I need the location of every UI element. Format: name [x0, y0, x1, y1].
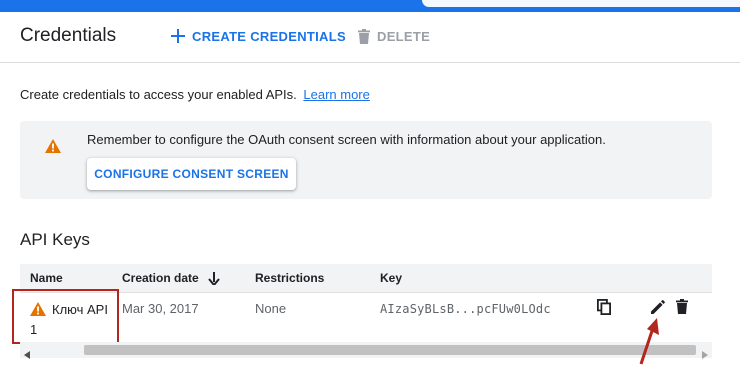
delete-button[interactable]: DELETE	[358, 26, 430, 46]
warning-icon	[45, 139, 61, 158]
banner-message: Remember to configure the OAuth consent …	[87, 132, 606, 147]
scrollbar-thumb[interactable]	[84, 345, 696, 355]
column-creation-date[interactable]: Creation date	[122, 271, 220, 285]
column-creation-date-label: Creation date	[122, 271, 199, 285]
arrow-down-icon[interactable]	[207, 271, 220, 285]
pencil-icon[interactable]	[650, 299, 666, 318]
page-title: Credentials	[20, 25, 117, 46]
plus-icon	[171, 29, 185, 43]
column-restrictions: Restrictions	[255, 271, 325, 285]
api-key-creation-date: Mar 30, 2017	[122, 301, 199, 316]
configure-consent-screen-button[interactable]: CONFIGURE CONSENT SCREEN	[87, 158, 296, 190]
intro-description: Create credentials to access your enable…	[20, 87, 297, 102]
top-bar-search-area	[422, 0, 740, 7]
delete-label: DELETE	[377, 28, 431, 44]
intro-text: Create credentials to access your enable…	[20, 87, 370, 102]
page-header: Credentials CREATE CREDENTIALS DELETE	[0, 12, 740, 63]
scroll-right-icon[interactable]	[702, 346, 708, 364]
api-key-restrictions: None	[255, 301, 287, 316]
scroll-left-icon[interactable]	[24, 346, 30, 364]
api-key-value: AIzaSyBLsB...pcFUw0LOdc	[380, 302, 551, 316]
annotation-highlight-box	[12, 289, 119, 344]
oauth-consent-banner: Remember to configure the OAuth consent …	[20, 121, 712, 199]
api-keys-table-header: Name Creation date Restrictions Key	[20, 264, 712, 292]
trash-icon	[358, 28, 370, 44]
table-row: Ключ API 1 Mar 30, 2017 None AIzaSyBLsB.…	[20, 292, 712, 342]
horizontal-scrollbar[interactable]	[20, 342, 712, 359]
create-credentials-label: CREATE CREDENTIALS	[192, 28, 346, 44]
learn-more-link[interactable]: Learn more	[303, 87, 369, 102]
column-key: Key	[380, 271, 403, 285]
trash-icon[interactable]	[676, 299, 688, 317]
annotation-arrow-icon	[636, 318, 662, 373]
column-name: Name	[30, 271, 63, 285]
api-keys-title: API Keys	[20, 230, 90, 249]
copy-icon[interactable]	[596, 298, 611, 318]
create-credentials-button[interactable]: CREATE CREDENTIALS	[171, 26, 346, 46]
top-app-bar	[0, 0, 740, 12]
